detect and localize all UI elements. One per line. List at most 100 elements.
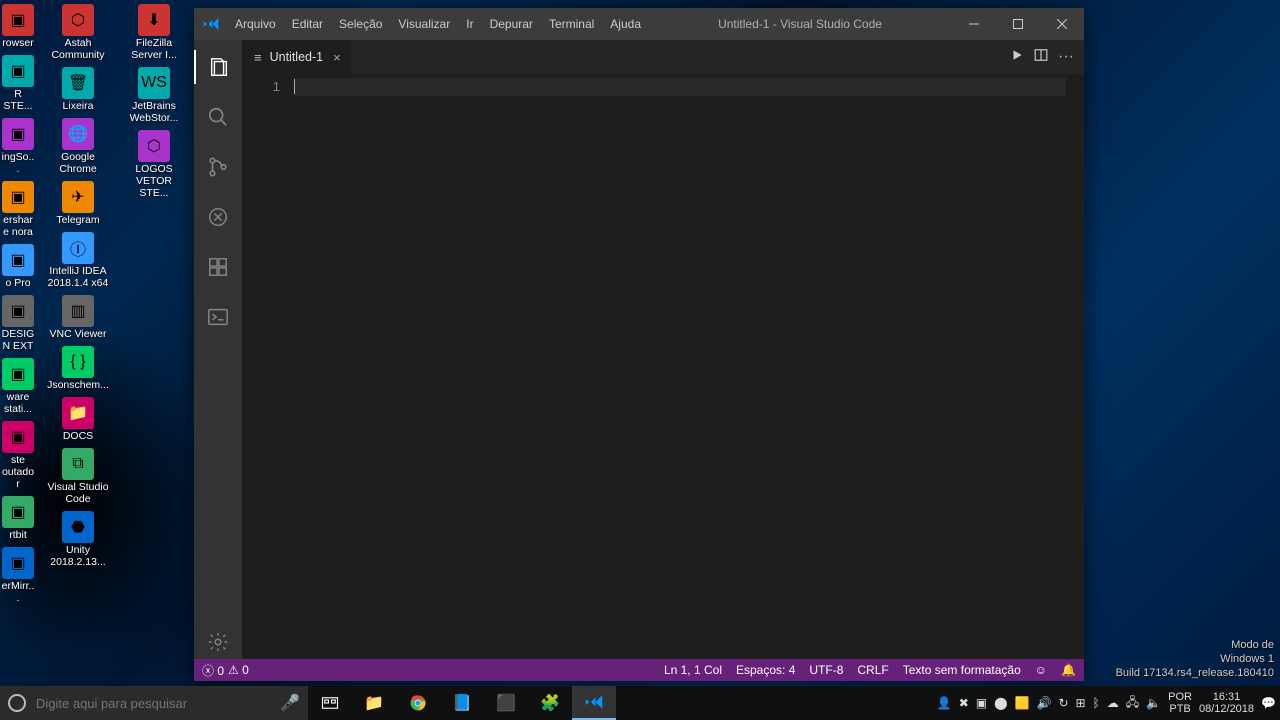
menu-ajuda[interactable]: Ajuda xyxy=(603,13,648,35)
language-indicator[interactable]: PORPTB xyxy=(1168,691,1192,715)
desktop-icon[interactable]: ⒾIntelliJ IDEA 2018.1.4 x64 xyxy=(44,230,112,291)
status-warnings[interactable]: ⚠ 0 xyxy=(228,663,249,677)
desktop-icon[interactable]: { }Jsonschem... xyxy=(44,344,112,393)
desktop-icon[interactable]: ▣rtbit xyxy=(0,494,36,543)
desktop-icon[interactable]: ⧉Visual Studio Code xyxy=(44,446,112,507)
menu-depurar[interactable]: Depurar xyxy=(483,13,540,35)
powershell-icon[interactable] xyxy=(194,300,242,334)
desktop-icon[interactable]: ⬡LOGOS VETOR STE... xyxy=(120,128,188,201)
menu-terminal[interactable]: Terminal xyxy=(542,13,601,35)
search-box[interactable]: 🎤 xyxy=(0,686,308,720)
tray-icon[interactable]: ✖ xyxy=(959,696,969,710)
tab-untitled-1[interactable]: ≡ Untitled-1 × xyxy=(242,40,352,74)
app-icon: ▣ xyxy=(2,181,34,213)
status-bar: ⓧ 0 ⚠ 0 Ln 1, 1 Col Espaços: 4 UTF-8 CRL… xyxy=(194,659,1084,681)
explorer-icon[interactable] xyxy=(194,50,242,84)
menu-arquivo[interactable]: Arquivo xyxy=(228,13,283,35)
menu-ir[interactable]: Ir xyxy=(459,13,480,35)
status-eol[interactable]: CRLF xyxy=(857,663,888,677)
desktop-icon[interactable]: ▥VNC Viewer xyxy=(44,293,112,342)
cortana-icon[interactable] xyxy=(8,694,26,712)
status-encoding[interactable]: UTF-8 xyxy=(809,663,843,677)
search-input[interactable] xyxy=(36,696,270,711)
source-control-icon[interactable] xyxy=(194,150,242,184)
desktop-icon[interactable]: 📁DOCS xyxy=(44,395,112,444)
menu-visualizar[interactable]: Visualizar xyxy=(391,13,457,35)
tray-icon[interactable]: ▣ xyxy=(976,696,987,710)
tray-icon[interactable]: 👤 xyxy=(937,696,952,710)
editor[interactable]: 1 xyxy=(242,74,1084,659)
desktop-icon-label: Jsonschem... xyxy=(47,379,109,391)
desktop-icon[interactable]: ▣R STE... xyxy=(0,53,36,114)
settings-gear-icon[interactable] xyxy=(194,625,242,659)
more-icon[interactable]: ··· xyxy=(1058,48,1074,66)
tray-icon[interactable]: ⊞ xyxy=(1076,696,1086,710)
mic-icon[interactable]: 🎤 xyxy=(280,693,300,713)
desktop-icon[interactable]: ▣ershare nora xyxy=(0,179,36,240)
desktop-background: ▣rowser▣R STE...▣ingSo...▣ershare nora▣o… xyxy=(0,0,1280,720)
maximize-button[interactable] xyxy=(996,8,1040,40)
desktop-icon[interactable]: ▣erMirr... xyxy=(0,545,36,606)
desktop-icon[interactable]: ⬇FileZilla Server I... xyxy=(120,2,188,63)
desktop-icon[interactable]: ▣ingSo... xyxy=(0,116,36,177)
notifications-icon[interactable]: 💬 xyxy=(1261,696,1276,710)
status-errors[interactable]: ⓧ 0 xyxy=(202,662,224,679)
desktop-icon-label: LOGOS VETOR STE... xyxy=(121,163,187,199)
taskbar-app-icon[interactable]: 📘 xyxy=(440,686,484,720)
run-icon[interactable] xyxy=(1010,48,1024,67)
desktop-icon[interactable]: 🗑Lixeira xyxy=(44,65,112,114)
menu-seleção[interactable]: Seleção xyxy=(332,13,389,35)
file-explorer-icon[interactable]: 📁 xyxy=(352,686,396,720)
tray-icon[interactable]: ↻ xyxy=(1058,696,1068,710)
desktop-icon[interactable]: ▣ware stati... xyxy=(0,356,36,417)
status-language[interactable]: Texto sem formatação xyxy=(903,663,1021,677)
desktop-icon-label: erMirr... xyxy=(1,580,35,604)
status-feedback-icon[interactable]: ☺ xyxy=(1035,663,1047,677)
menu-editar[interactable]: Editar xyxy=(285,13,330,35)
desktop-icon[interactable]: ▣DESIGN EXT xyxy=(0,293,36,354)
bluetooth-icon[interactable]: ᛒ xyxy=(1093,696,1100,710)
app-icon: { } xyxy=(62,346,94,378)
vscode-taskbar-icon[interactable] xyxy=(572,686,616,720)
desktop-icon[interactable]: 🌐Google Chrome xyxy=(44,116,112,177)
tray-icon[interactable]: ⬤ xyxy=(994,696,1007,710)
menu-bar: ArquivoEditarSeleçãoVisualizarIrDepurarT… xyxy=(228,13,648,35)
clock[interactable]: 16:3108/12/2018 xyxy=(1199,691,1254,715)
desktop-icon[interactable]: ▣o Pro xyxy=(0,242,36,291)
extensions-icon[interactable] xyxy=(194,250,242,284)
desktop-icon[interactable]: ✈Telegram xyxy=(44,179,112,228)
tray-icon[interactable]: 🔊 xyxy=(1037,696,1052,710)
status-indent[interactable]: Espaços: 4 xyxy=(736,663,795,677)
task-view-icon[interactable] xyxy=(308,686,352,720)
titlebar[interactable]: ArquivoEditarSeleçãoVisualizarIrDepurarT… xyxy=(194,8,1084,40)
file-icon: ≡ xyxy=(254,50,262,65)
tray-icon[interactable]: 🟨 xyxy=(1015,696,1030,710)
chrome-icon[interactable] xyxy=(396,686,440,720)
vertical-scrollbar[interactable] xyxy=(1074,74,1084,659)
text-cursor xyxy=(294,79,295,94)
minimize-button[interactable] xyxy=(952,8,996,40)
desktop-icon[interactable]: ▣rowser xyxy=(0,2,36,51)
search-icon[interactable] xyxy=(194,100,242,134)
editor-content[interactable] xyxy=(292,74,1066,659)
desktop-icon[interactable]: WSJetBrains WebStor... xyxy=(120,65,188,126)
desktop-icon-label: Lixeira xyxy=(63,100,94,112)
app-icon: 🗑 xyxy=(62,67,94,99)
desktop-icon[interactable]: ⬣Unity 2018.2.13... xyxy=(44,509,112,570)
close-button[interactable] xyxy=(1040,8,1084,40)
split-editor-icon[interactable] xyxy=(1034,48,1048,67)
taskbar-app-icon[interactable]: ⬛ xyxy=(484,686,528,720)
debug-icon[interactable] xyxy=(194,200,242,234)
tray-icon[interactable]: ☁ xyxy=(1107,696,1119,710)
status-bell-icon[interactable]: 🔔 xyxy=(1061,663,1076,677)
desktop-icon[interactable]: ▣ste outador xyxy=(0,419,36,492)
minimap[interactable] xyxy=(1066,74,1074,659)
close-tab-icon[interactable]: × xyxy=(331,50,343,65)
status-line-col[interactable]: Ln 1, 1 Col xyxy=(664,663,722,677)
desktop-icon[interactable]: ⬡Astah Community xyxy=(44,2,112,63)
network-icon[interactable]: 🖧 xyxy=(1126,693,1139,714)
app-icon: 🌐 xyxy=(62,118,94,150)
volume-icon[interactable]: 🔈 xyxy=(1146,696,1161,710)
watermark-line: Modo de xyxy=(1116,638,1274,652)
taskbar-app-icon[interactable]: 🧩 xyxy=(528,686,572,720)
